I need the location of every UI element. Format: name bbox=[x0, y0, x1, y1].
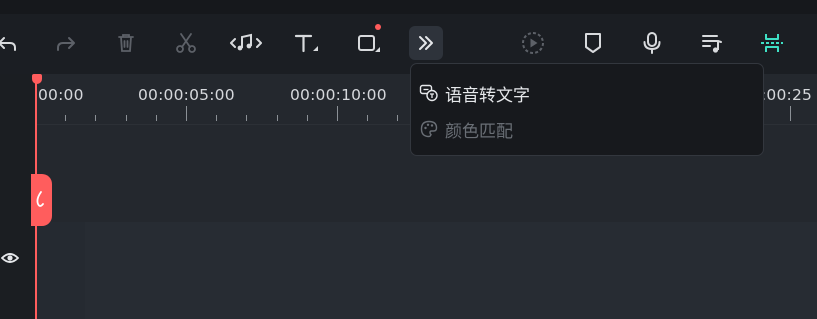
timecode-label: 00:00 bbox=[38, 86, 84, 104]
music-split-icon bbox=[230, 33, 262, 51]
ruler-minor-tick bbox=[397, 115, 399, 121]
trash-icon bbox=[118, 34, 134, 52]
more-button[interactable] bbox=[409, 26, 443, 60]
text-button[interactable] bbox=[289, 26, 323, 60]
timecode-label: 00:00:05:00 bbox=[138, 86, 235, 104]
eye-icon[interactable] bbox=[1, 251, 19, 265]
audio-list-button[interactable] bbox=[695, 26, 729, 60]
undo-button[interactable] bbox=[0, 26, 24, 60]
marker-icon bbox=[585, 33, 601, 53]
ruler-minor-tick bbox=[65, 115, 67, 121]
snap-icon bbox=[761, 34, 783, 52]
scissors-icon bbox=[176, 33, 196, 53]
ruler-major-tick bbox=[790, 106, 791, 121]
crop-button[interactable] bbox=[351, 24, 385, 60]
voiceover-button[interactable] bbox=[635, 26, 669, 60]
timecode-label: :00:25 bbox=[761, 86, 813, 104]
crop-icon bbox=[358, 35, 380, 52]
music-list-icon bbox=[702, 35, 722, 53]
ruler-minor-tick bbox=[216, 115, 218, 121]
undo-icon bbox=[0, 37, 16, 51]
video-track[interactable] bbox=[35, 222, 817, 319]
audio-edit-button[interactable] bbox=[229, 26, 263, 60]
speech-to-text-icon bbox=[419, 83, 439, 103]
playhead-top[interactable] bbox=[32, 74, 42, 84]
ruler-minor-tick bbox=[306, 115, 308, 121]
snap-hook-icon bbox=[36, 191, 44, 207]
menu-item-label: 颜色匹配 bbox=[445, 121, 513, 142]
notification-dot bbox=[375, 24, 381, 30]
timecode-label: 00:00:10:00 bbox=[290, 86, 387, 104]
track-header-column bbox=[0, 74, 35, 319]
ruler-minor-tick bbox=[95, 115, 97, 121]
track-content bbox=[85, 222, 817, 319]
delete-button[interactable] bbox=[109, 26, 143, 60]
menu-item-color-match[interactable]: 颜色匹配 bbox=[419, 116, 513, 142]
ruler-minor-tick bbox=[246, 115, 248, 121]
render-preview-button[interactable] bbox=[516, 26, 550, 60]
menu-item-label: 语音转文字 bbox=[445, 85, 530, 106]
split-button[interactable] bbox=[169, 26, 203, 60]
ruler-major-tick bbox=[186, 106, 187, 121]
redo-icon bbox=[57, 37, 75, 51]
playhead-handle[interactable] bbox=[31, 174, 52, 226]
microphone-icon bbox=[643, 32, 661, 54]
ruler-minor-tick bbox=[276, 115, 278, 121]
ruler-minor-tick bbox=[367, 115, 369, 121]
marker-button[interactable] bbox=[576, 26, 610, 60]
redo-button[interactable] bbox=[49, 26, 83, 60]
ruler-major-tick bbox=[337, 106, 338, 121]
window-top-strip bbox=[0, 0, 817, 14]
more-tools-menu: 语音转文字 颜色匹配 bbox=[410, 63, 764, 156]
double-chevron-right-icon bbox=[419, 36, 433, 50]
text-icon bbox=[294, 34, 318, 53]
palette-icon bbox=[419, 119, 439, 139]
ruler-minor-tick bbox=[155, 115, 157, 121]
menu-item-speech-to-text[interactable]: 语音转文字 bbox=[419, 80, 530, 106]
ruler-minor-tick bbox=[125, 115, 127, 121]
play-circle-dashed-icon bbox=[522, 32, 544, 54]
snap-button[interactable] bbox=[755, 26, 789, 60]
